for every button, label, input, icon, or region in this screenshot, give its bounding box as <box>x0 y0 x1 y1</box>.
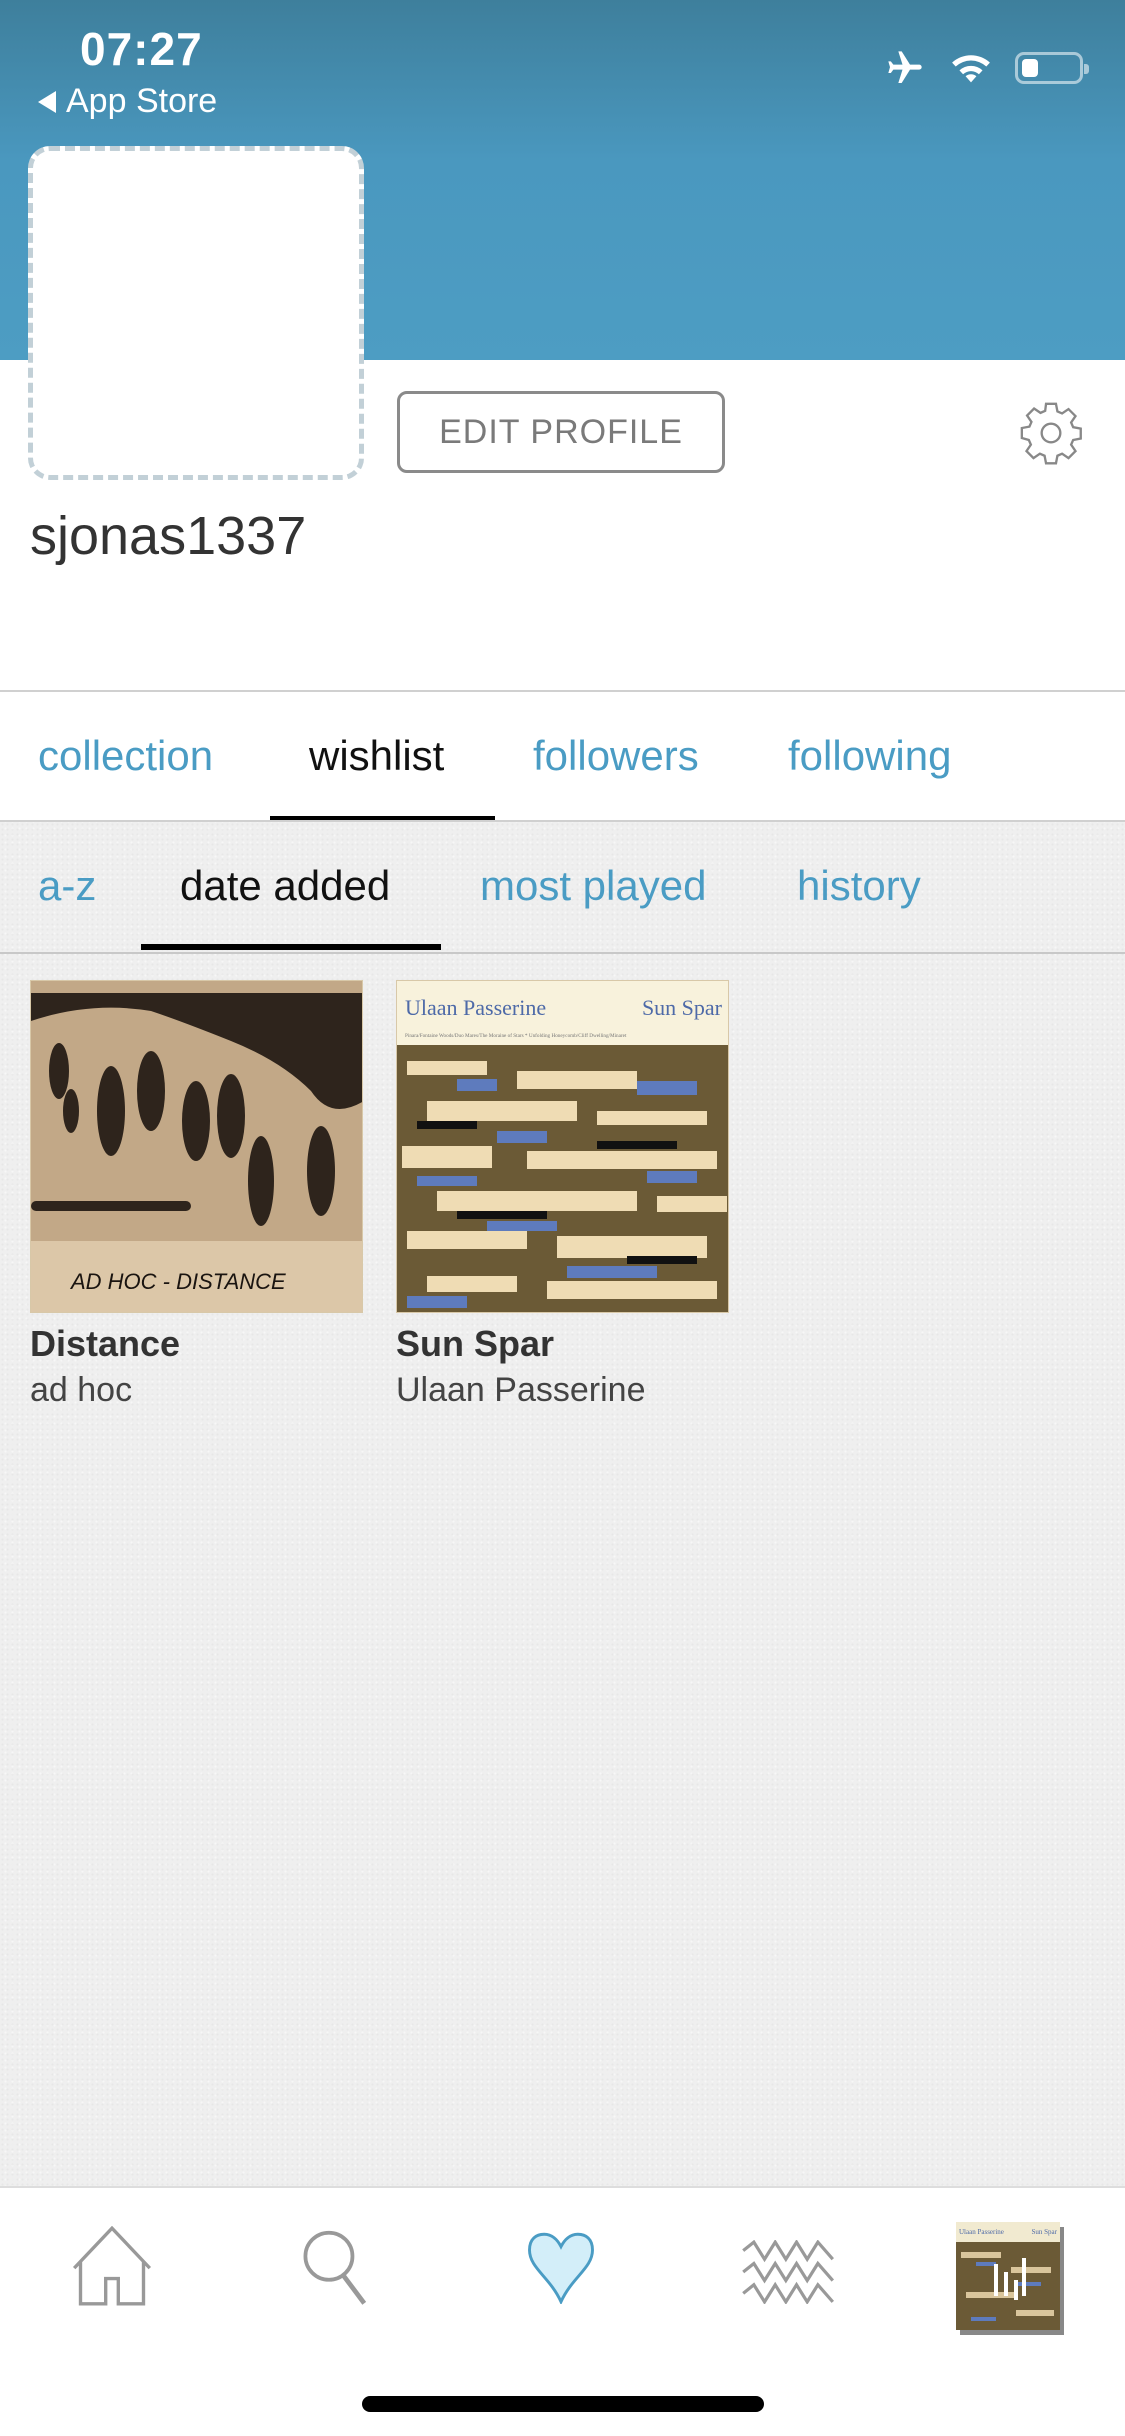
status-time: 07:27 <box>80 23 203 75</box>
sort-tab-history[interactable]: history <box>797 862 921 910</box>
feed-icon[interactable] <box>740 2240 836 2304</box>
cover-text: AD HOC - DISTANCE <box>69 1269 286 1294</box>
tab-wishlist[interactable]: wishlist <box>309 732 444 780</box>
tab-followers[interactable]: followers <box>533 732 699 780</box>
heart-icon[interactable] <box>525 2232 597 2304</box>
home-icon[interactable] <box>70 2226 154 2306</box>
gear-icon[interactable] <box>1016 398 1086 468</box>
battery-level <box>1022 59 1039 77</box>
now-playing-thumbnail[interactable]: Ulaan Passerine Sun Spar <box>956 2222 1060 2330</box>
home-indicator[interactable] <box>362 2396 764 2412</box>
search-icon[interactable] <box>300 2228 372 2308</box>
battery-icon <box>1015 52 1089 84</box>
album-card[interactable]: AD HOC - DISTANCE Distance ad hoc <box>30 980 363 1410</box>
cover-title: Sun Spar <box>642 995 723 1020</box>
album-title[interactable]: Distance <box>30 1323 363 1365</box>
username: sjonas1337 <box>30 506 307 566</box>
svg-text:Ulaan Passerine: Ulaan Passerine <box>959 2228 1004 2236</box>
cover-subtitle: Pinara/Fontaine Woods/Duo Mares/The Mora… <box>405 1032 627 1039</box>
album-cover[interactable]: AD HOC - DISTANCE <box>30 980 363 1313</box>
sort-tab-date-added[interactable]: date added <box>180 862 390 910</box>
album-art: AD HOC - DISTANCE <box>31 981 362 1312</box>
sort-tabs: a-z date added most played history <box>0 822 1125 952</box>
edit-profile-button[interactable]: EDIT PROFILE <box>397 391 725 473</box>
sort-tab-a-z[interactable]: a-z <box>38 862 96 910</box>
album-card[interactable]: Ulaan Passerine Sun Spar Pinara/Fontaine… <box>396 980 729 1410</box>
back-to-app-store[interactable]: App Store <box>38 82 217 121</box>
back-label: App Store <box>66 82 218 120</box>
album-artist[interactable]: ad hoc <box>30 1371 363 1410</box>
profile-tabs: collection wishlist followers following <box>0 692 1125 822</box>
back-arrow-icon <box>38 90 56 113</box>
album-art: Ulaan Passerine Sun Spar Pinara/Fontaine… <box>397 981 728 1312</box>
sort-tab-most-played[interactable]: most played <box>480 862 706 910</box>
album-title[interactable]: Sun Spar <box>396 1323 729 1365</box>
now-playing-art: Ulaan Passerine Sun Spar <box>956 2222 1060 2330</box>
active-sort-indicator <box>141 944 441 950</box>
airplane-icon <box>888 51 922 83</box>
avatar-placeholder[interactable] <box>28 146 364 480</box>
album-artist[interactable]: Ulaan Passerine <box>396 1371 729 1410</box>
divider <box>0 952 1125 954</box>
album-cover[interactable]: Ulaan Passerine Sun Spar Pinara/Fontaine… <box>396 980 729 1313</box>
tab-following[interactable]: following <box>788 732 951 780</box>
wifi-icon <box>952 55 990 83</box>
cover-artist: Ulaan Passerine <box>405 995 546 1020</box>
status-icons <box>883 48 1089 88</box>
tab-collection[interactable]: collection <box>38 732 213 780</box>
svg-text:Sun Spar: Sun Spar <box>1032 2228 1058 2236</box>
